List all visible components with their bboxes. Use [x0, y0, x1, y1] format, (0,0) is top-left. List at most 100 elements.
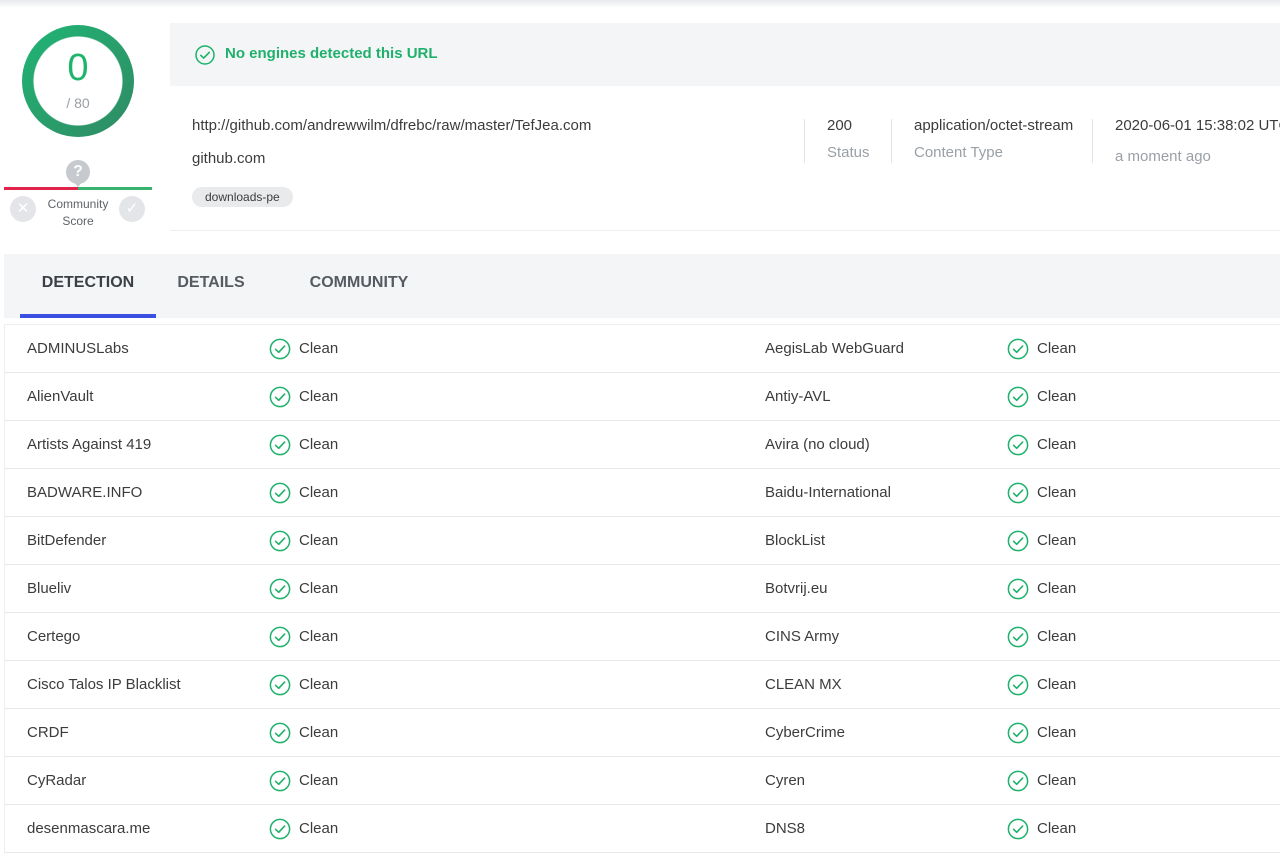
engine-name: AlienVault: [27, 388, 94, 405]
check-circle-icon: [1007, 434, 1029, 456]
check-circle-icon: [269, 386, 291, 408]
check-circle-icon: [269, 434, 291, 456]
check-circle-icon: [1007, 722, 1029, 744]
banner-text: No engines detected this URL: [225, 45, 438, 62]
detection-result: Clean: [1037, 676, 1077, 693]
detection-result: Clean: [299, 340, 339, 357]
divider: [891, 119, 892, 163]
engine-name: CINS Army: [765, 628, 840, 645]
check-circle-icon: [195, 45, 215, 65]
engine-name: AegisLab WebGuard: [765, 340, 904, 357]
detection-result: Clean: [299, 436, 339, 453]
check-circle-icon: [1007, 818, 1029, 840]
status-value: 200: [827, 117, 853, 134]
content-type-label: Content Type: [914, 144, 1003, 161]
check-circle-icon: [269, 722, 291, 744]
content-type-value: application/octet-stream: [914, 117, 1074, 134]
engine-name: Botvrij.eu: [765, 580, 828, 597]
url-tag[interactable]: downloads-pe: [192, 187, 293, 207]
divider: [1092, 119, 1093, 163]
url-info-panel: http://github.com/andrewwilm/dfrebc/raw/…: [170, 86, 1280, 231]
engine-name: Baidu-International: [765, 484, 891, 501]
analysis-relative-time: a moment ago: [1115, 148, 1211, 165]
engine-name: Cyren: [765, 772, 806, 789]
check-circle-icon: [269, 530, 291, 552]
table-row: desenmascara.me Clean DNS8 Clean: [5, 805, 1280, 853]
check-circle-icon: [269, 578, 291, 600]
divider: [804, 119, 805, 163]
check-circle-icon: [269, 338, 291, 360]
detection-result: Clean: [1037, 628, 1077, 645]
check-icon: ✓: [125, 200, 139, 217]
table-row: BitDefender Clean BlockList Clean: [5, 517, 1280, 565]
engine-name: DNS8: [765, 820, 806, 837]
table-row: CyRadar Clean Cyren Clean: [5, 757, 1280, 805]
community-bar-negative: [4, 187, 78, 190]
engine-name: desenmascara.me: [27, 820, 151, 837]
check-circle-icon: [269, 674, 291, 696]
detection-result: Clean: [1037, 580, 1077, 597]
table-row: AlienVault Clean Antiy-AVL Clean: [5, 373, 1280, 421]
engine-name: CyRadar: [27, 772, 87, 789]
engine-name: Blueliv: [27, 580, 72, 597]
vote-up-button[interactable]: ✓: [119, 196, 145, 222]
engine-name: BADWARE.INFO: [27, 484, 143, 501]
tab-detection[interactable]: DETECTION: [20, 254, 156, 318]
top-shadow: [0, 0, 1280, 8]
detection-result: Clean: [1037, 820, 1077, 837]
engine-name: Certego: [27, 628, 81, 645]
tab-details[interactable]: DETAILS: [164, 254, 258, 318]
detection-result: Clean: [299, 676, 339, 693]
vote-down-button[interactable]: ✕: [10, 196, 36, 222]
table-row: Cisco Talos IP Blacklist Clean CLEAN MX Cle…: [5, 661, 1280, 709]
check-circle-icon: [1007, 770, 1029, 792]
detection-result: Clean: [1037, 484, 1077, 501]
active-tab-indicator: [20, 314, 156, 318]
engine-name: Avira (no cloud): [765, 436, 870, 453]
engine-name: Antiy-AVL: [765, 388, 831, 405]
engine-name: Artists Against 419: [27, 436, 152, 453]
table-row: CRDF Clean CyberCrime Clean: [5, 709, 1280, 757]
detection-result: Clean: [1037, 388, 1077, 405]
detection-result: Clean: [1037, 436, 1077, 453]
table-row: Certego Clean CINS Army Clean: [5, 613, 1280, 661]
scanned-url: http://github.com/andrewwilm/dfrebc/raw/…: [192, 117, 592, 134]
check-circle-icon: [1007, 338, 1029, 360]
tab-bar: DETECTION DETAILS COMMUNITY: [4, 254, 1280, 318]
engine-name: ADMINUSLabs: [27, 340, 129, 357]
detection-result: Clean: [299, 628, 339, 645]
community-label-line1: Community: [47, 197, 109, 211]
score-total: / 80: [66, 95, 90, 111]
check-circle-icon: [1007, 674, 1029, 696]
detection-result: Clean: [299, 388, 339, 405]
check-circle-icon: [1007, 578, 1029, 600]
community-label-line2: Score: [62, 214, 94, 228]
tab-community[interactable]: COMMUNITY: [294, 254, 424, 318]
close-icon: ✕: [16, 200, 30, 217]
detection-result: Clean: [299, 484, 339, 501]
engine-name: CRDF: [27, 724, 69, 741]
check-circle-icon: [269, 626, 291, 648]
check-circle-icon: [1007, 482, 1029, 504]
detection-result: Clean: [299, 580, 339, 597]
table-row: Artists Against 419 Clean Avira (no cloud)…: [5, 421, 1280, 469]
detection-result: Clean: [1037, 724, 1077, 741]
detection-result: Clean: [299, 772, 339, 789]
detection-result: Clean: [299, 532, 339, 549]
result-banner: No engines detected this URL: [170, 23, 1280, 86]
community-bar-positive: [78, 187, 152, 190]
status-label: Status: [827, 144, 870, 161]
engine-name: CyberCrime: [765, 724, 846, 741]
table-row: Blueliv Clean Botvrij.eu Clean: [5, 565, 1280, 613]
check-circle-icon: [1007, 626, 1029, 648]
check-circle-icon: [1007, 530, 1029, 552]
check-circle-icon: [269, 818, 291, 840]
detection-result: Clean: [1037, 532, 1077, 549]
detection-result: Clean: [1037, 772, 1077, 789]
check-circle-icon: [269, 770, 291, 792]
detection-score: 0 / 80: [22, 25, 134, 137]
detection-result: Clean: [299, 820, 339, 837]
url-domain[interactable]: github.com: [192, 150, 265, 167]
table-row: ADMINUSLabs Clean AegisLab WebGuard Clean: [5, 325, 1280, 373]
check-circle-icon: [1007, 386, 1029, 408]
